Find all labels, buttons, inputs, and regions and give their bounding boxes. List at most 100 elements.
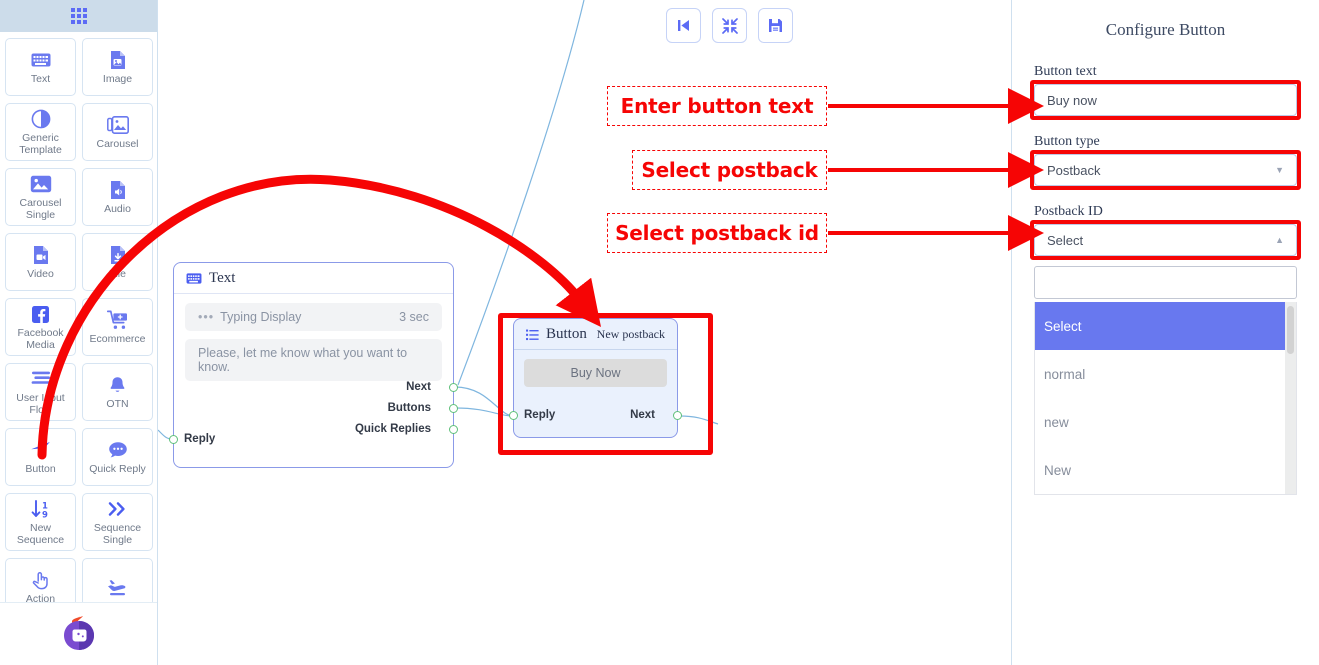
canvas-toolbar [666, 8, 793, 43]
port-label-next: Next [630, 409, 655, 421]
palette-item-label: Generic Template [19, 132, 62, 156]
keyboard-icon [29, 49, 53, 71]
image-file-icon [106, 49, 130, 71]
palette-item-otn[interactable]: OTN [82, 363, 153, 421]
postback-id-search-input[interactable] [1034, 266, 1297, 299]
list-icon [526, 329, 539, 340]
palette-item-sequence-single[interactable]: Sequence Single [82, 493, 153, 551]
button-text-field-wrap: Buy now [1030, 80, 1301, 120]
audio-file-icon [106, 179, 130, 201]
port-label-buttons: Buttons [387, 402, 431, 414]
postback-id-select[interactable]: Select ▲ [1034, 224, 1297, 256]
text-node-header: Text [174, 263, 453, 294]
port-buttons[interactable] [449, 404, 458, 413]
palette-item-button[interactable]: Button [5, 428, 76, 486]
palette-item-carousel-single[interactable]: Carousel Single [5, 168, 76, 226]
message-text: Please, let me know what you want to kno… [198, 346, 408, 374]
port-next[interactable] [673, 411, 682, 420]
postback-id-label: Postback ID [1034, 204, 1103, 219]
single-image-icon [29, 173, 53, 195]
button-node-header: Button New postback [514, 319, 677, 350]
save-button[interactable] [758, 8, 793, 43]
button-type-select[interactable]: Postback ▼ [1034, 154, 1297, 186]
port-quick-replies[interactable] [449, 425, 458, 434]
bell-icon [106, 374, 130, 396]
chat-bubble-icon [106, 439, 130, 461]
shopping-cart-icon [106, 309, 130, 331]
lines-flow-icon [29, 368, 53, 390]
dropdown-scrollbar-thumb[interactable] [1287, 306, 1294, 354]
annotation-select-postback-id: Select postback id [607, 213, 827, 253]
palette-item-text[interactable]: Text [5, 38, 76, 96]
button-node[interactable]: Button New postback Buy Now Reply Next [509, 318, 682, 438]
sort-numeric-icon: 19 [29, 498, 53, 520]
button-node-title: Button [546, 326, 587, 342]
palette-item-label: Carousel [96, 138, 139, 150]
palette-item-generic-template[interactable]: Generic Template [5, 103, 76, 161]
palette-item-file[interactable]: File [82, 233, 153, 291]
flow-canvas[interactable]: Text ••• Typing Display 3 sec Please, le… [158, 0, 1011, 665]
palette-item-video[interactable]: Video [5, 233, 76, 291]
palette-item-label: Audio [104, 203, 131, 215]
port-reply[interactable] [169, 435, 178, 444]
annotation-enter-button-text: Enter button text [607, 86, 827, 126]
step-back-button[interactable] [666, 8, 701, 43]
button-text-label: Button text [1034, 64, 1097, 79]
typing-display-label: Typing Display [220, 310, 302, 324]
app-root: Text Image Generic Template Carousel Car… [0, 0, 1319, 665]
palette-item-carousel[interactable]: Carousel [82, 103, 153, 161]
annotation-select-postback: Select postback [632, 150, 827, 190]
video-file-icon [29, 244, 53, 266]
svg-text:9: 9 [42, 510, 48, 519]
plane-takeoff-icon [106, 575, 130, 597]
download-file-icon [106, 244, 130, 266]
keyboard-icon [186, 273, 202, 284]
palette-item-label: Quick Reply [89, 463, 146, 475]
palette-item-ecommerce[interactable]: Ecommerce [82, 298, 153, 356]
palette-item-label: Image [102, 73, 133, 85]
palette-item-facebook-media[interactable]: Facebook Media [5, 298, 76, 356]
typing-display-row[interactable]: ••• Typing Display 3 sec [185, 303, 442, 331]
fit-view-button[interactable] [712, 8, 747, 43]
text-node[interactable]: Text ••• Typing Display 3 sec Please, le… [169, 262, 458, 468]
postback-id-option-list[interactable]: Select normal new New [1034, 302, 1297, 495]
port-next[interactable] [449, 383, 458, 392]
postback-id-field-wrap: Select ▲ [1030, 220, 1301, 260]
option-new-upper[interactable]: New [1035, 446, 1296, 494]
option-normal[interactable]: normal [1035, 350, 1296, 398]
message-row[interactable]: Please, let me know what you want to kno… [185, 339, 442, 381]
chevron-down-icon: ▼ [1275, 165, 1284, 175]
floppy-save-icon [769, 19, 782, 32]
option-new-lower[interactable]: new [1035, 398, 1296, 446]
palette-item-audio[interactable]: Audio [82, 168, 153, 226]
hand-click-icon [29, 569, 53, 591]
carousel-images-icon [106, 114, 130, 136]
palette-item-label: Carousel Single [19, 197, 62, 221]
palette-item-label: Sequence Single [93, 522, 142, 546]
button-text-input[interactable]: Buy now [1034, 84, 1297, 116]
buy-now-button[interactable]: Buy Now [524, 359, 667, 387]
palette-item-new-sequence[interactable]: 19 New Sequence [5, 493, 76, 551]
palette-grid: Text Image Generic Template Carousel Car… [0, 32, 157, 616]
palette-item-label: Button [25, 463, 56, 475]
button-type-field-wrap: Postback ▼ [1030, 150, 1301, 190]
contrast-circle-icon [29, 108, 53, 130]
palette-item-label: New Sequence [16, 522, 65, 546]
facebook-icon [29, 303, 53, 325]
flame-bot-logo-icon [63, 614, 94, 650]
typing-dots-icon: ••• [198, 310, 215, 324]
port-label-reply: Reply [524, 409, 556, 421]
palette-item-quick-reply[interactable]: Quick Reply [82, 428, 153, 486]
option-select[interactable]: Select [1035, 302, 1296, 350]
grid-apps-icon[interactable] [70, 8, 87, 24]
button-type-value: Postback [1047, 162, 1101, 178]
typing-display-value: 3 sec [399, 310, 429, 324]
palette-item-image[interactable]: Image [82, 38, 153, 96]
text-node-title: Text [209, 270, 236, 286]
configure-button-panel: Configure Button Button text Buy now But… [1011, 0, 1319, 665]
panel-title: Configure Button [1105, 20, 1226, 39]
port-reply[interactable] [509, 411, 518, 420]
port-label-reply: Reply [184, 433, 216, 445]
palette-item-user-input-flow[interactable]: User Input Flow [5, 363, 76, 421]
dropdown-scrollbar-track[interactable] [1285, 302, 1296, 494]
